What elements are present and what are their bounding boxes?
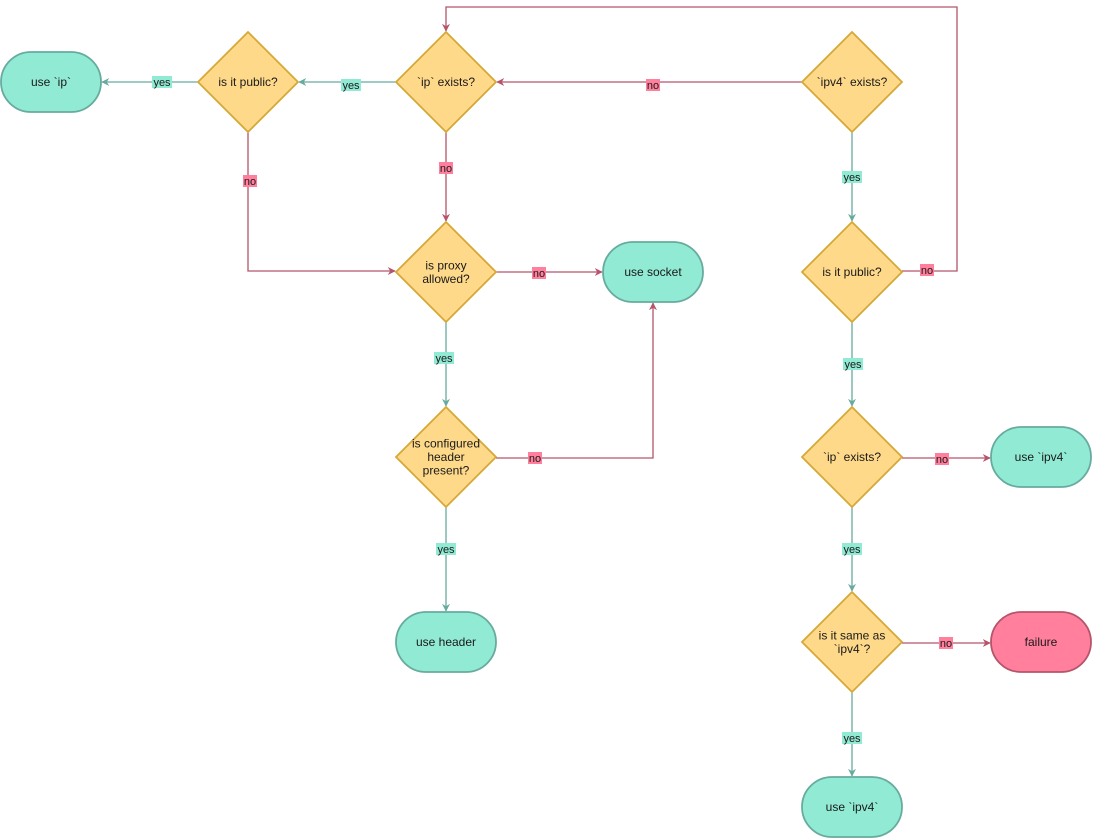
edge-label-text: yes (843, 172, 861, 184)
edge-label-text: no (533, 268, 545, 280)
edge-label-text: yes (843, 544, 861, 556)
node-label: failure (1025, 635, 1058, 649)
edge-label-no: no (243, 175, 257, 188)
node-label: present? (423, 464, 470, 478)
node-label: use socket (624, 265, 682, 279)
edge-is-public-right-to-ip-exists-top (442, 6, 958, 272)
node-ipv4-exists[interactable]: `ipv4` exists? (800, 30, 904, 134)
node-failure[interactable]: failure (990, 611, 1092, 673)
node-label: header (427, 450, 464, 464)
edge-label-yes: yes (152, 76, 172, 89)
node-ip-exists-right[interactable]: `ip` exists? (800, 405, 904, 509)
edge-label-text: no (647, 80, 659, 92)
edge-label-text: yes (342, 80, 360, 92)
node-label: is proxy (425, 258, 466, 272)
node-label: use `ip` (31, 75, 71, 89)
node-use-header[interactable]: use header (395, 611, 497, 673)
edge-label-no: no (528, 452, 542, 465)
nodes-layer: use `ip` is it public? `ip` exists? `ipv4` … (0, 30, 1092, 838)
node-label: allowed? (422, 272, 470, 286)
node-label: is it same as (819, 628, 886, 642)
edge-label-text: no (921, 265, 933, 277)
node-proxy-allowed[interactable]: is proxyallowed? (394, 220, 498, 324)
node-label: use `ipv4` (826, 800, 879, 814)
node-label: `ip` exists? (823, 450, 881, 464)
edge-label-yes: yes (843, 358, 863, 371)
edge-label-text: yes (435, 353, 453, 365)
edge-label-yes: yes (842, 171, 862, 184)
edge-header-present-to-use-socket (496, 302, 657, 459)
edge-label-yes: yes (842, 543, 862, 556)
edge-label-text: no (940, 638, 952, 650)
edge-label-no: no (532, 267, 546, 280)
edge-label-yes: yes (341, 79, 361, 92)
flowchart-canvas: use `ip` is it public? `ip` exists? `ipv4` … (0, 6, 1092, 838)
edge-label-text: yes (843, 733, 861, 745)
edge-label-no: no (920, 264, 934, 277)
node-header-present[interactable]: is configuredheaderpresent? (394, 405, 498, 509)
edge-label-text: yes (844, 359, 862, 371)
edge-label-no: no (646, 79, 660, 92)
node-label: is configured (412, 437, 480, 451)
node-ip-exists-top[interactable]: `ip` exists? (394, 30, 498, 134)
edge-label-text: no (936, 454, 948, 466)
node-label: use header (416, 635, 476, 649)
edge-label-text: yes (153, 77, 171, 89)
node-same-as-ipv4[interactable]: is it same as`ipv4`? (800, 590, 904, 694)
edge-label-text: yes (437, 544, 455, 556)
edge-label-text: no (244, 176, 256, 188)
edge-label-yes: yes (436, 543, 456, 556)
node-use-ipv4-bottom[interactable]: use `ipv4` (801, 776, 903, 838)
edge-label-no: no (939, 637, 953, 650)
edge-label-yes: yes (842, 732, 862, 745)
node-label: `ip` exists? (417, 75, 475, 89)
edge-label-no: no (935, 453, 949, 466)
node-label: `ipv4` exists? (817, 75, 888, 89)
node-label: is it public? (822, 265, 882, 279)
node-use-ip[interactable]: use `ip` (0, 51, 102, 113)
edge-label-no: no (439, 162, 453, 175)
node-label: `ipv4`? (834, 642, 871, 656)
edge-is-public-left-to-proxy-allowed (247, 132, 396, 275)
node-label: use `ipv4` (1015, 450, 1068, 464)
node-is-public-left[interactable]: is it public? (196, 30, 300, 134)
node-is-public-right[interactable]: is it public? (800, 220, 904, 324)
edge-label-yes: yes (434, 352, 454, 365)
node-label: is it public? (218, 75, 278, 89)
edge-label-text: no (440, 163, 452, 175)
node-use-socket[interactable]: use socket (602, 241, 704, 303)
edge-label-text: no (529, 453, 541, 465)
node-use-ipv4-right[interactable]: use `ipv4` (990, 426, 1092, 488)
